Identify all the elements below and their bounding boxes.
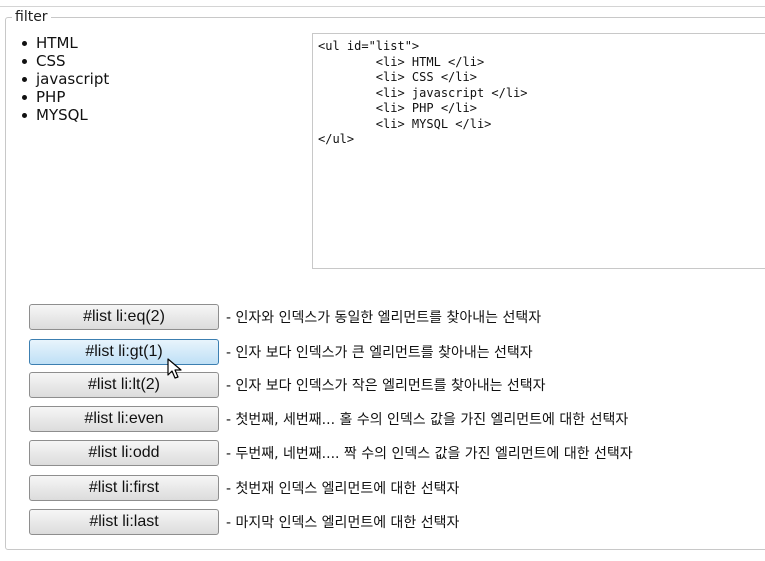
even-selector-button[interactable]: #list li:even <box>29 406 219 432</box>
list-item: HTML <box>20 34 109 52</box>
odd-selector-button[interactable]: #list li:odd <box>29 440 219 466</box>
gt-selector-button[interactable]: #list li:gt(1) <box>29 339 219 365</box>
eq-selector-description: - 인자와 인덱스가 동일한 엘리먼트를 찾아내는 선택자 <box>226 310 542 326</box>
selector-row-odd: #list li:odd - 두번째, 네번째.... 짝 수의 인덱스 값을 … <box>29 439 633 467</box>
selector-row-eq: #list li:eq(2) - 인자와 인덱스가 동일한 엘리먼트를 찾아내는… <box>29 303 541 331</box>
lt-selector-button[interactable]: #list li:lt(2) <box>29 372 219 398</box>
odd-selector-description: - 두번째, 네번째.... 짝 수의 인덱스 값을 가진 엘리먼트에 대한 선… <box>226 446 633 462</box>
selector-row-even: #list li:even - 첫번째, 세번째... 홀 수의 인덱스 값을 … <box>29 405 628 433</box>
first-selector-button[interactable]: #list li:first <box>29 475 219 501</box>
list-item: MYSQL <box>20 106 109 124</box>
selector-row-last: #list li:last - 마지막 인덱스 엘리먼트에 대한 선택자 <box>29 508 459 536</box>
gt-selector-description: - 인자 보다 인덱스가 큰 엘리먼트를 찾아내는 선택자 <box>226 345 533 361</box>
source-code-textarea[interactable]: <ul id="list"> <li> HTML </li> <li> CSS … <box>312 33 765 269</box>
fieldset-legend: filter <box>12 9 51 25</box>
top-strip <box>0 0 765 7</box>
eq-selector-button[interactable]: #list li:eq(2) <box>29 304 219 330</box>
selector-row-lt: #list li:lt(2) - 인자 보다 인덱스가 작은 엘리먼트를 찾아내… <box>29 371 546 399</box>
list-item: PHP <box>20 88 109 106</box>
last-selector-button[interactable]: #list li:last <box>29 509 219 535</box>
first-selector-description: - 첫번재 인덱스 엘리먼트에 대한 선택자 <box>226 481 460 497</box>
source-code-text: <ul id="list"> <li> HTML </li> <li> CSS … <box>318 39 528 146</box>
list-item: javascript <box>20 70 109 88</box>
selector-row-first: #list li:first - 첫번재 인덱스 엘리먼트에 대한 선택자 <box>29 474 459 502</box>
last-selector-description: - 마지막 인덱스 엘리먼트에 대한 선택자 <box>226 515 460 531</box>
even-selector-description: - 첫번째, 세번째... 홀 수의 인덱스 값을 가진 엘리먼트에 대한 선택… <box>226 412 629 428</box>
lt-selector-description: - 인자 보다 인덱스가 작은 엘리먼트를 찾아내는 선택자 <box>226 378 546 394</box>
selector-row-gt: #list li:gt(1) - 인자 보다 인덱스가 큰 엘리먼트를 찾아내는… <box>29 338 533 366</box>
html-list: HTML CSS javascript PHP MYSQL <box>20 34 109 124</box>
list-item: CSS <box>20 52 109 70</box>
